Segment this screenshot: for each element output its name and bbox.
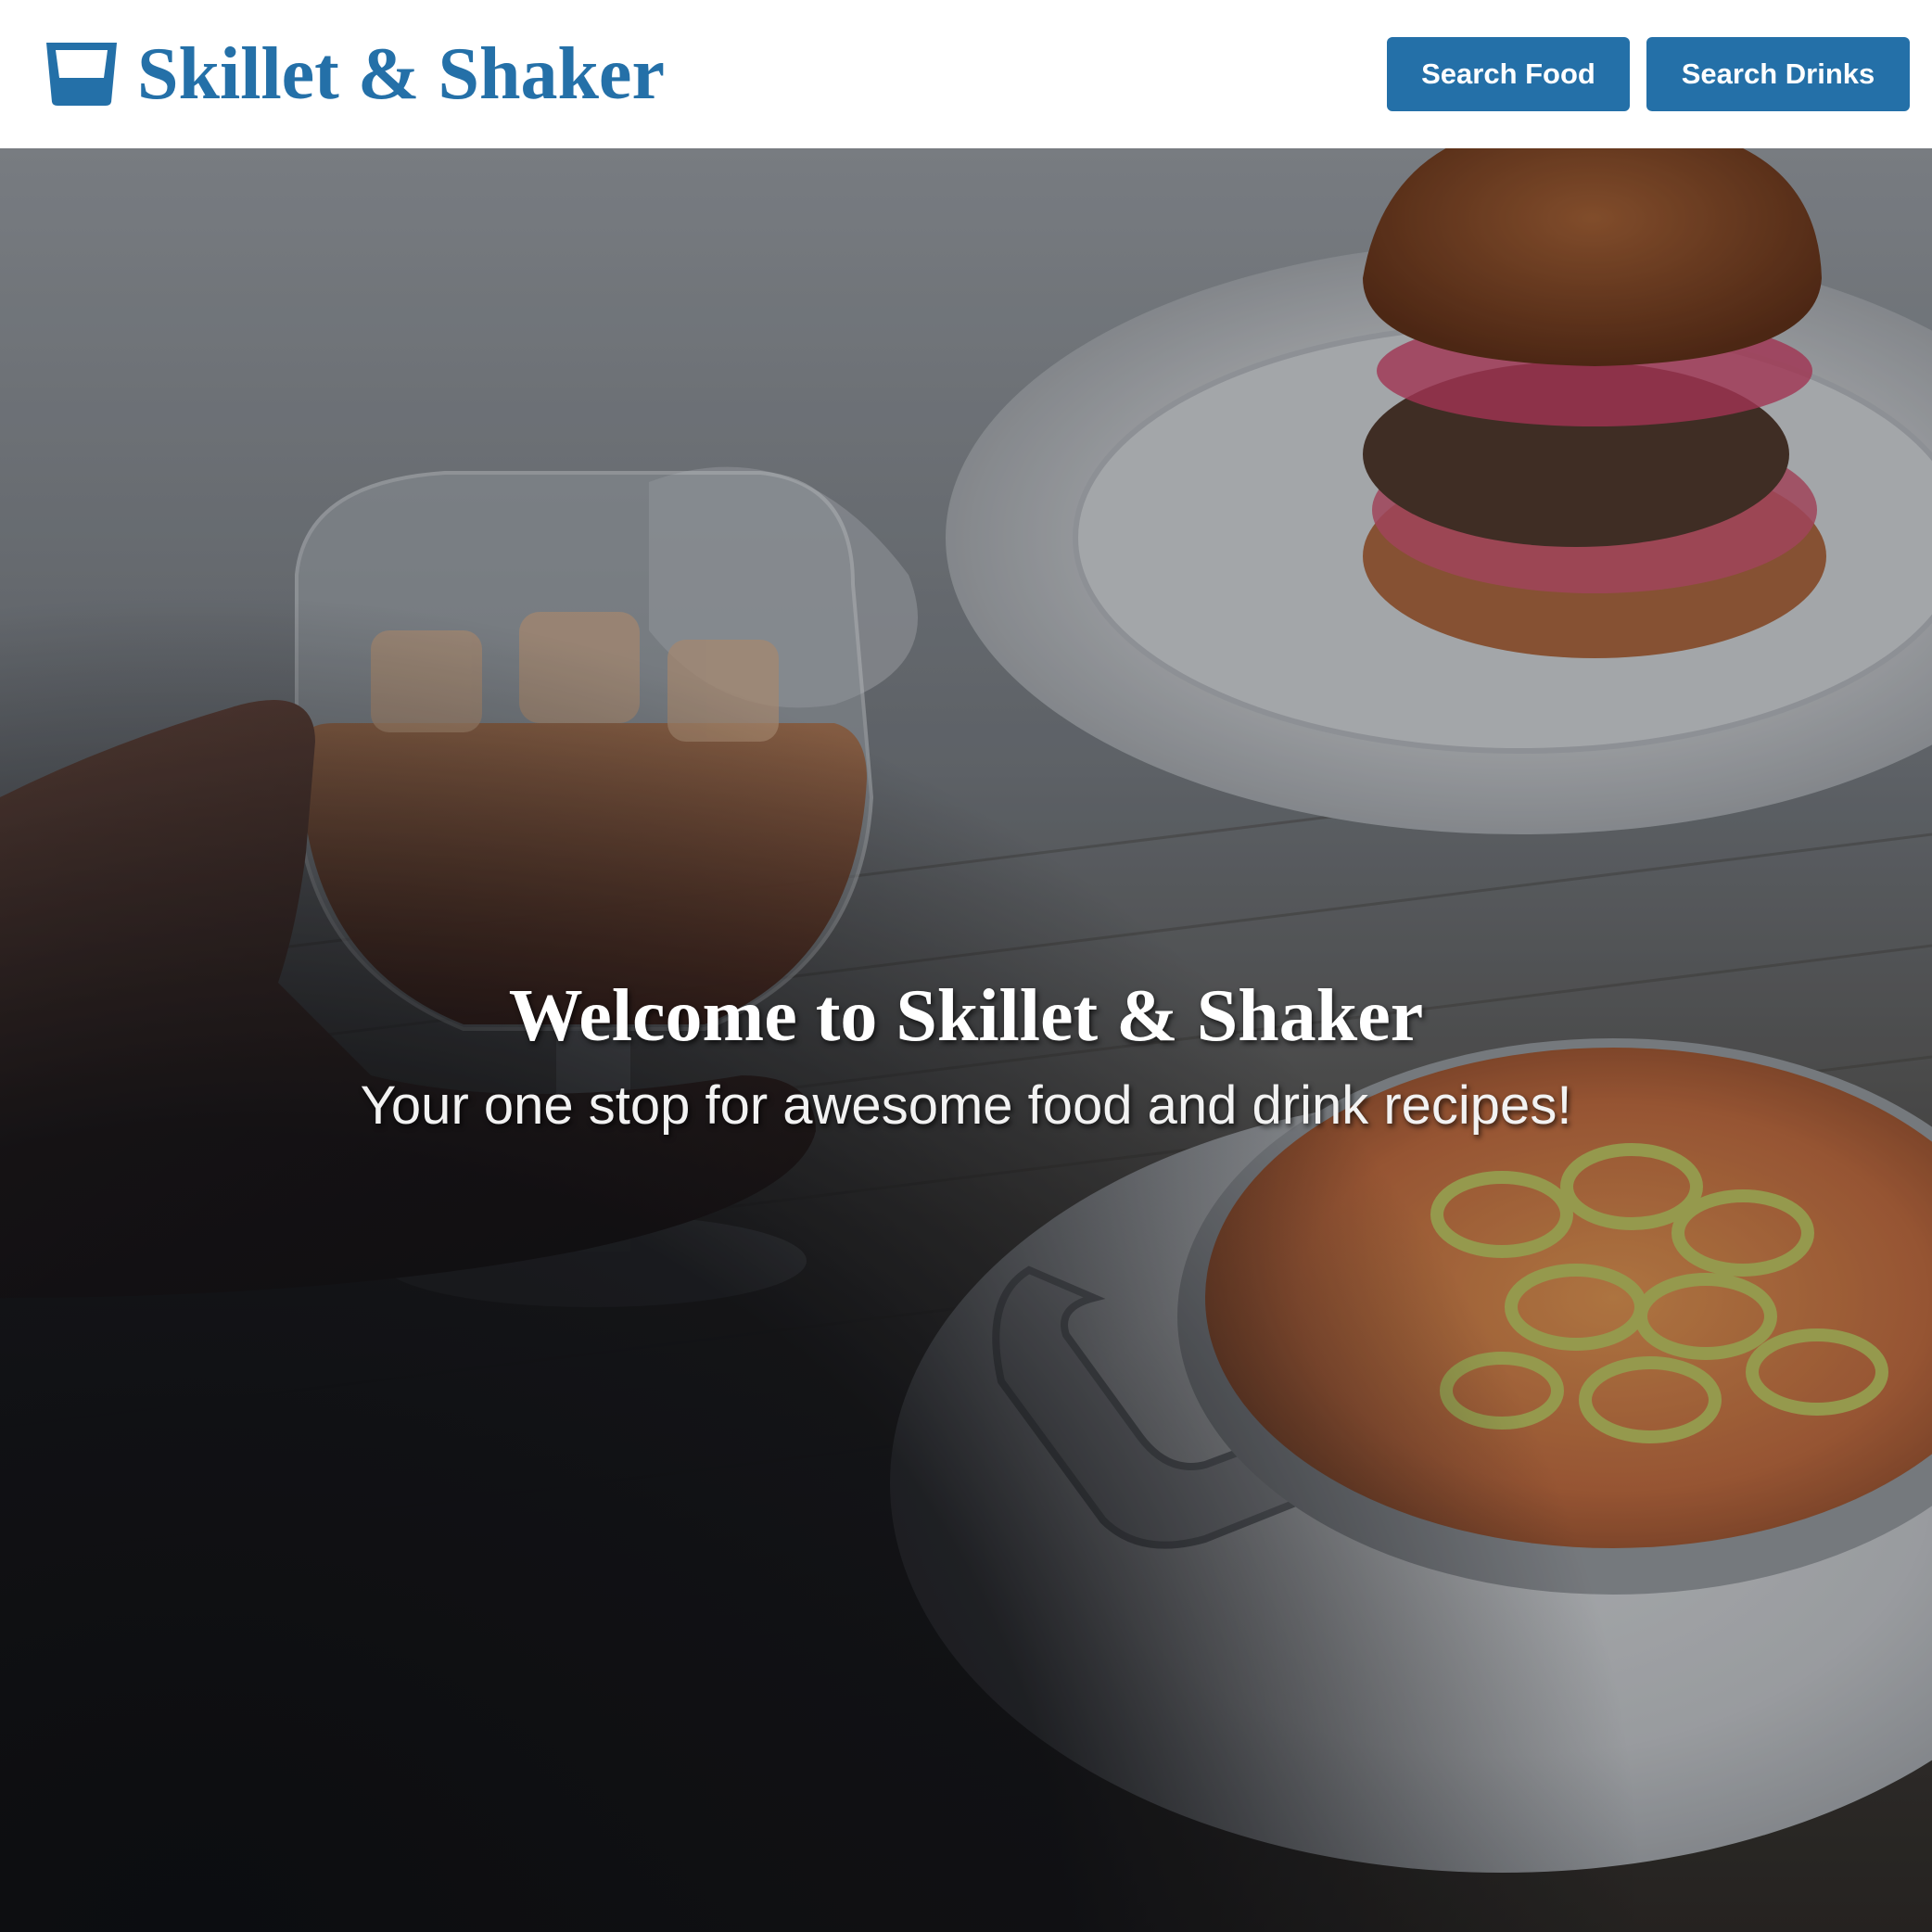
hero-text: Welcome to Skillet & Shaker Your one sto… (0, 973, 1932, 1138)
navbar: Skillet & Shaker Search Food Search Drin… (0, 0, 1932, 148)
hero-subtitle: Your one stop for awesome food and drink… (360, 1075, 1572, 1136)
search-food-button[interactable]: Search Food (1387, 37, 1630, 111)
nav-buttons: Search Food Search Drinks (1387, 37, 1910, 111)
brand-name: Skillet & Shaker (137, 33, 665, 115)
hero-title: Welcome to Skillet & Shaker (508, 975, 1424, 1057)
hero-section: Welcome to Skillet & Shaker Your one sto… (0, 148, 1932, 1932)
glass-icon (46, 43, 117, 106)
brand-home-link[interactable]: Skillet & Shaker (44, 37, 665, 111)
search-drinks-button[interactable]: Search Drinks (1646, 37, 1910, 111)
